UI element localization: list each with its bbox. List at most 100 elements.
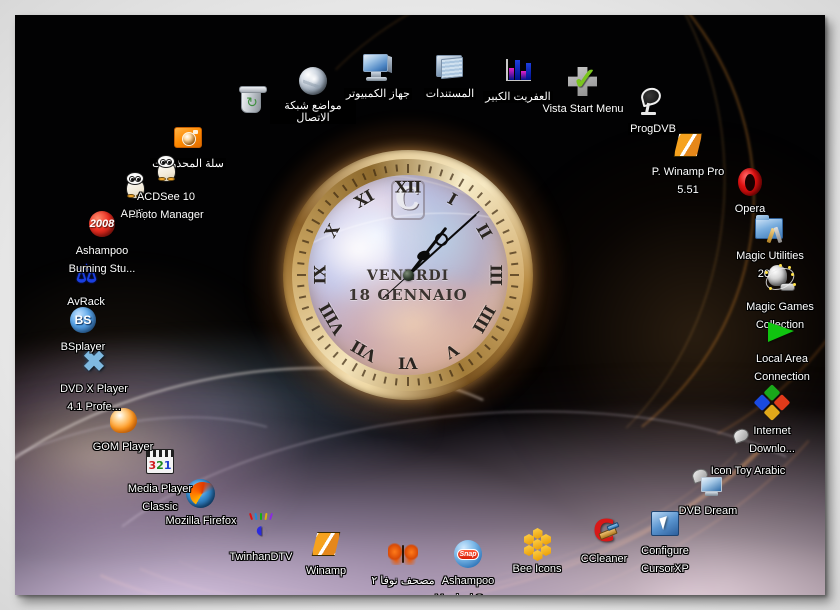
clock-center-cap (402, 269, 414, 281)
magic-utilities-icon (755, 215, 783, 244)
globe-icon[interactable] (296, 65, 330, 99)
bar-chart-icon (505, 57, 532, 83)
vista-check-icon[interactable]: ✓ (566, 65, 600, 99)
clock-tick (439, 169, 444, 177)
penguin-icon-head (157, 155, 175, 168)
butterfly-icon (388, 543, 418, 565)
desktop-icon-label: ACDSee 10 Photo Manager (128, 191, 204, 221)
winamp-icon[interactable] (309, 527, 343, 561)
bee-icons-icon (524, 528, 551, 561)
clock-tick (449, 173, 454, 181)
magic-utilities-icon[interactable] (753, 212, 787, 246)
clock-tick (509, 251, 517, 255)
clock-tick (384, 166, 388, 174)
acdsee-camera-icon[interactable] (171, 120, 205, 154)
lan-flag-icon[interactable] (765, 315, 799, 349)
satellite-dish-icon (639, 85, 663, 108)
winamp-icon (674, 133, 703, 157)
satellite-dish-icon[interactable] (636, 85, 670, 119)
magical-snap-icon: Snap (454, 540, 482, 568)
desktop-icon-label-wrap: BSplayer (40, 337, 126, 355)
penguin-icon-2[interactable] (149, 153, 183, 187)
winamp-icon[interactable] (671, 128, 705, 162)
desktop-icon-label: BSplayer (60, 341, 106, 353)
desktop-icon-label-wrap: DVD X Player 4.1 Profe... (51, 379, 137, 415)
desktop-icon-label-wrap: Local Area Connection (739, 349, 825, 385)
cursorxp-icon[interactable] (648, 507, 682, 541)
clock-tick (428, 166, 432, 174)
desktop-icon-label: Mozilla Firefox (165, 515, 237, 527)
desktop-icon-label: Local Area Connection (754, 353, 810, 383)
snap-icon[interactable]: Snap (451, 537, 485, 571)
desktop-icon-dvd-x-player[interactable]: ✖ DVD X Player 4.1 Profe... (51, 345, 137, 415)
monitor-icon[interactable] (361, 50, 395, 84)
desktop-icon-label: GOM Player (92, 441, 154, 453)
ccleaner-icon: C (590, 517, 620, 547)
desktop-icon-label: Configure CursorXP (641, 545, 689, 575)
butterfly-icon[interactable] (386, 537, 420, 571)
trash-icon[interactable]: ↻ (234, 85, 268, 119)
clock-numeral: VI (398, 353, 418, 373)
ccleaner-icon[interactable]: C (587, 515, 621, 549)
desktop-icon-acdsee-10-photo-manager[interactable]: ACDSee 10 Photo Manager (123, 153, 209, 223)
clock-numeral: XII (395, 177, 421, 197)
check-icon: ✓ (572, 63, 598, 96)
desktop-icon-mushaf-nawafi-2[interactable]: مصحف نوفا ٢ (360, 537, 446, 589)
monitor-icon-base (366, 77, 387, 81)
desktop-icon-label-wrap: TwinhanDTV (218, 547, 304, 565)
clock-tick (395, 378, 398, 386)
magic-games-icon[interactable] (762, 263, 798, 297)
clock-tick (511, 262, 519, 265)
desktop-icon-label: Ashampoo Burning Stu... (68, 245, 136, 275)
folder-icon-front (441, 56, 463, 80)
clock-tick (418, 164, 421, 172)
clock-tick (458, 178, 465, 188)
dvb-dream-icon[interactable] (690, 466, 725, 501)
twinhandtv-icon: ◐ (254, 517, 269, 542)
camera-icon (174, 127, 202, 148)
desktop-icon-label-wrap: GOM Player (80, 437, 166, 455)
desktop-icon-label: مصحف نوفا ٢ (371, 575, 435, 587)
desktop-icon-label: CCleaner (580, 553, 628, 565)
desktop-icon-label-wrap: Ashampoo Burning Stu... (59, 241, 145, 277)
clock-tick (297, 262, 305, 265)
icon-toy-dish-icon[interactable] (731, 426, 765, 461)
icon-toy-icon (731, 426, 751, 445)
desktop-icon-label: Winamp (305, 565, 347, 577)
desktop-icon-label-wrap: AvRack (43, 292, 129, 310)
folder-icon[interactable] (433, 50, 467, 84)
desktop-icon-label-wrap: مصحف نوفا ٢ (360, 571, 446, 589)
internet-download-manager-icon (752, 384, 792, 424)
desktop-icon-label: TwinhanDTV (229, 551, 293, 563)
lan-flag-icon (768, 322, 794, 342)
desktop-icon-label: جهاز الكمبيوتر (344, 88, 412, 100)
monitor-icon (363, 54, 388, 72)
desktop-icon-label-wrap: ACDSee 10 Photo Manager (123, 187, 209, 223)
twinhan-icon[interactable]: ◐ (244, 512, 278, 547)
screenshot-canvas: C XIIIIIIIIIIIIVVIVIIVIIIIXXXI VENERDI 1… (0, 0, 840, 610)
desktop-icon-media-player-classic[interactable]: 321 Media Player Classic (117, 445, 203, 515)
clock-tick (418, 378, 421, 386)
recycle-arrow-icon: ↻ (246, 94, 258, 110)
idm-icon[interactable] (752, 384, 792, 424)
bar-chart-icon[interactable] (501, 53, 535, 87)
desktop-icon-local-area-connection[interactable]: Local Area Connection (739, 315, 825, 385)
clock-tick (395, 164, 398, 172)
bsplayer-icon: BS (70, 307, 96, 333)
opera-icon (738, 168, 762, 196)
clock-tick (299, 251, 307, 255)
desktop-icon-label: AvRack (67, 296, 105, 308)
clock-tick (428, 376, 432, 384)
windows-desktop[interactable]: C XIIIIIIIIIIIIVVIVIIVIIIIXXXI VENERDI 1… (15, 15, 825, 595)
desktop-icon-bsplayer[interactable]: BS BSplayer (40, 303, 126, 355)
analog-clock-widget[interactable]: C XIIIIIIIIIIIIVVIVIIVIIIIXXXI VENERDI 1… (253, 120, 563, 430)
opera-icon[interactable] (733, 165, 767, 199)
bee-hex-icon[interactable] (520, 525, 554, 561)
desktop-icon-opera[interactable]: Opera (707, 165, 793, 217)
winamp-icon (312, 532, 341, 556)
desktop-icon-trash-can[interactable]: ↻ (208, 85, 294, 119)
trash-icon: ↻ (239, 86, 267, 113)
clock-tick (384, 376, 388, 384)
desktop-icon-label: DVD X Player 4.1 Profe... (60, 383, 128, 413)
desktop-icon-label: المستندات (423, 88, 477, 100)
